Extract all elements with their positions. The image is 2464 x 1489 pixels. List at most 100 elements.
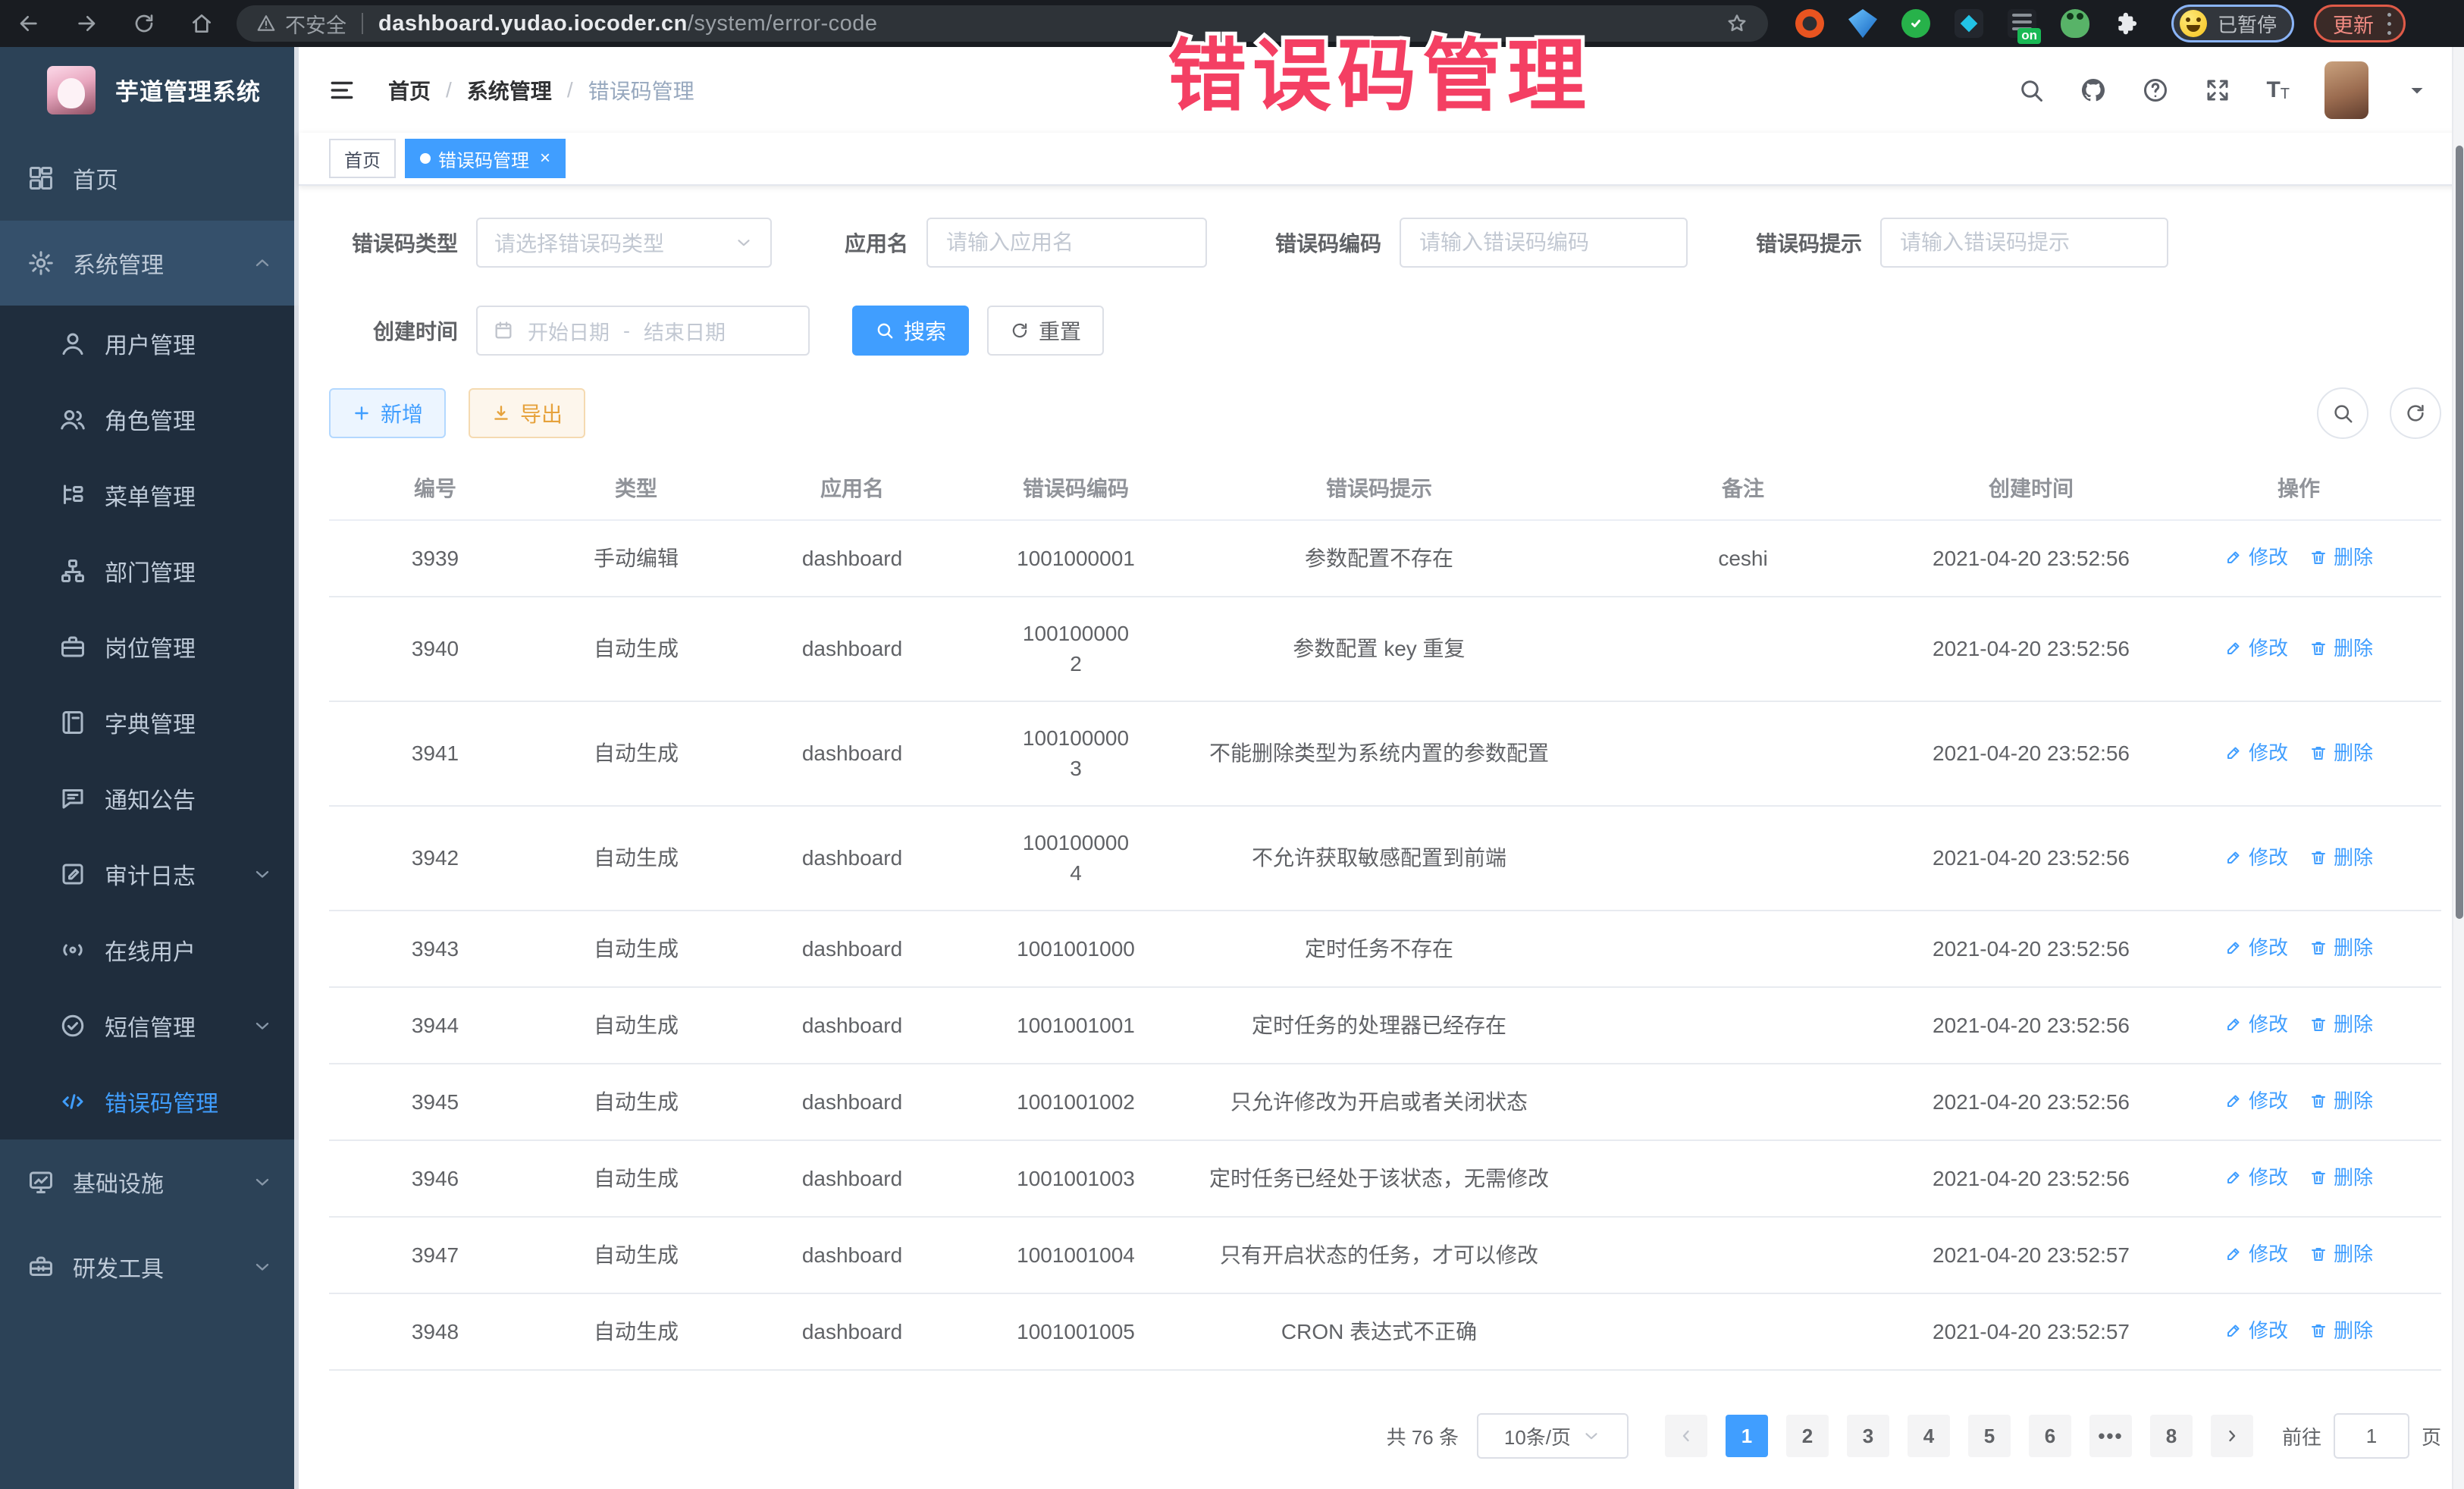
github-icon[interactable] — [2080, 77, 2107, 104]
page-button-2[interactable]: 2 — [1786, 1415, 1829, 1457]
cell-hint: 只允许修改为开启或者关闭状态 — [1178, 1064, 1580, 1140]
page-button-1[interactable]: 1 — [1726, 1415, 1768, 1457]
edit-link[interactable]: 修改 — [2224, 1239, 2288, 1269]
sidebar-item-audit-log[interactable]: 审计日志 — [0, 836, 299, 912]
update-label: 更新 — [2333, 9, 2374, 39]
browser-home-icon[interactable] — [190, 11, 214, 36]
delete-link[interactable]: 删除 — [2309, 933, 2373, 963]
broadcast-icon — [59, 936, 86, 964]
extension-gem-icon[interactable] — [1848, 9, 1877, 38]
sidebar-item-role-mgmt[interactable]: 角色管理 — [0, 381, 299, 457]
sidebar-item-dept-mgmt[interactable]: 部门管理 — [0, 533, 299, 609]
delete-link[interactable]: 删除 — [2309, 1315, 2373, 1346]
cell-created: 2021-04-20 23:52:56 — [1906, 1140, 2156, 1217]
pages-ellipsis[interactable]: ••• — [2089, 1415, 2132, 1457]
forward-icon[interactable] — [74, 11, 99, 36]
avatar[interactable] — [2324, 61, 2368, 119]
delete-link[interactable]: 删除 — [2309, 842, 2373, 873]
sidebar-item-home[interactable]: 首页 — [0, 136, 299, 221]
page-size-select[interactable]: 10条/页 — [1477, 1413, 1629, 1459]
page-button-5[interactable]: 5 — [1968, 1415, 2011, 1457]
sidebar-item-online-users[interactable]: 在线用户 — [0, 912, 299, 988]
help-icon[interactable] — [2142, 77, 2169, 104]
error-type-select[interactable]: 请选择错误码类型 — [476, 218, 772, 268]
more-menu-icon[interactable] — [2387, 13, 2391, 35]
delete-link[interactable]: 删除 — [2309, 1239, 2373, 1269]
sidebar-item-user-mgmt[interactable]: 用户管理 — [0, 306, 299, 381]
goto-label: 前往 — [2282, 1422, 2321, 1450]
sidebar-item-infrastructure[interactable]: 基础设施 — [0, 1139, 299, 1224]
sidebar-item-system-mgmt[interactable]: 系统管理 — [0, 221, 299, 306]
reset-button[interactable]: 重置 — [987, 306, 1104, 356]
delete-link[interactable]: 删除 — [2309, 1162, 2373, 1193]
page-button-6[interactable]: 6 — [2029, 1415, 2071, 1457]
browser-update-button[interactable]: 更新 — [2314, 5, 2406, 42]
error-hint-label: 错误码提示 — [1741, 227, 1862, 258]
refresh-table-button[interactable] — [2390, 387, 2441, 439]
delete-link[interactable]: 删除 — [2309, 633, 2373, 663]
sidebar-item-menu-mgmt[interactable]: 菜单管理 — [0, 457, 299, 533]
browser-profile-chip[interactable]: 已暂停 — [2171, 5, 2294, 42]
edit-link[interactable]: 修改 — [2224, 738, 2288, 768]
page-button-8[interactable]: 8 — [2150, 1415, 2193, 1457]
reload-icon[interactable] — [132, 11, 156, 36]
extension-grid-icon[interactable] — [1955, 9, 1983, 38]
delete-link[interactable]: 删除 — [2309, 738, 2373, 768]
security-label[interactable]: 不安全 — [285, 9, 346, 39]
date-range-picker[interactable]: 开始日期 - 结束日期 — [476, 306, 810, 356]
cell-id: 3944 — [329, 987, 541, 1064]
edit-link[interactable]: 修改 — [2224, 933, 2288, 963]
font-size-icon[interactable]: TT — [2266, 79, 2290, 102]
extension-frog-icon[interactable] — [2061, 9, 2089, 38]
goto-page-input[interactable] — [2334, 1413, 2409, 1459]
sidebar-item-notice-announce[interactable]: 通知公告 — [0, 760, 299, 836]
caret-down-icon[interactable] — [2403, 77, 2431, 104]
edit-link[interactable]: 修改 — [2224, 542, 2288, 572]
fullscreen-icon[interactable] — [2204, 77, 2231, 104]
edit-link[interactable]: 修改 — [2224, 1315, 2288, 1346]
page-button-4[interactable]: 4 — [1908, 1415, 1950, 1457]
extension-check-icon[interactable] — [1901, 9, 1930, 38]
app-logo-row[interactable]: 芋道管理系统 — [0, 47, 299, 133]
sidebar-item-sms-mgmt[interactable]: 短信管理 — [0, 988, 299, 1064]
search-icon[interactable] — [2017, 77, 2045, 104]
search-button[interactable]: 搜索 — [852, 306, 969, 356]
address-bar[interactable]: 不安全 dashboard.yudao.iocoder.cn/system/er… — [237, 5, 1768, 42]
edit-link[interactable]: 修改 — [2224, 1086, 2288, 1116]
sidebar-item-dev-tools[interactable]: 研发工具 — [0, 1224, 299, 1309]
delete-link[interactable]: 删除 — [2309, 1086, 2373, 1116]
page-scrollbar[interactable] — [2452, 47, 2464, 1489]
edit-link[interactable]: 修改 — [2224, 842, 2288, 873]
tag-item[interactable]: 首页 — [329, 139, 396, 178]
tag-active[interactable]: 错误码管理× — [405, 139, 566, 178]
sidebar-item-error-code-mgmt[interactable]: 错误码管理 — [0, 1064, 299, 1139]
table-row: 3947自动生成dashboard1001001004只有开启状态的任务，才可以… — [329, 1217, 2441, 1293]
delete-link[interactable]: 删除 — [2309, 542, 2373, 572]
edit-link[interactable]: 修改 — [2224, 1162, 2288, 1193]
back-icon[interactable] — [17, 11, 41, 36]
close-icon[interactable]: × — [540, 148, 550, 169]
next-page-button[interactable] — [2211, 1415, 2253, 1457]
error-hint-input[interactable] — [1880, 218, 2168, 268]
prev-page-button[interactable] — [1665, 1415, 1707, 1457]
extensions-puzzle-icon[interactable] — [2114, 9, 2143, 38]
toggle-search-button[interactable] — [2317, 387, 2368, 439]
export-button[interactable]: 导出 — [469, 388, 585, 438]
extension-ubuntu-icon[interactable] — [1795, 9, 1824, 38]
scrollbar-thumb[interactable] — [2456, 146, 2463, 919]
breadcrumb-item[interactable]: 首页 — [388, 75, 431, 105]
page-button-3[interactable]: 3 — [1847, 1415, 1889, 1457]
sidebar-item-dict-mgmt[interactable]: 字典管理 — [0, 685, 299, 760]
hamburger-icon[interactable] — [328, 76, 356, 105]
add-button[interactable]: 新增 — [329, 388, 446, 438]
edit-link[interactable]: 修改 — [2224, 633, 2288, 663]
cell-type: 自动生成 — [541, 701, 731, 806]
extension-adblock-icon[interactable]: on — [2008, 9, 2036, 38]
delete-link[interactable]: 删除 — [2309, 1009, 2373, 1039]
bookmark-star-icon[interactable] — [1726, 12, 1748, 35]
app-name-input[interactable] — [926, 218, 1207, 268]
edit-link[interactable]: 修改 — [2224, 1009, 2288, 1039]
error-code-input[interactable] — [1400, 218, 1688, 268]
sidebar-item-post-mgmt[interactable]: 岗位管理 — [0, 609, 299, 685]
breadcrumb-item[interactable]: 系统管理 — [467, 75, 552, 105]
